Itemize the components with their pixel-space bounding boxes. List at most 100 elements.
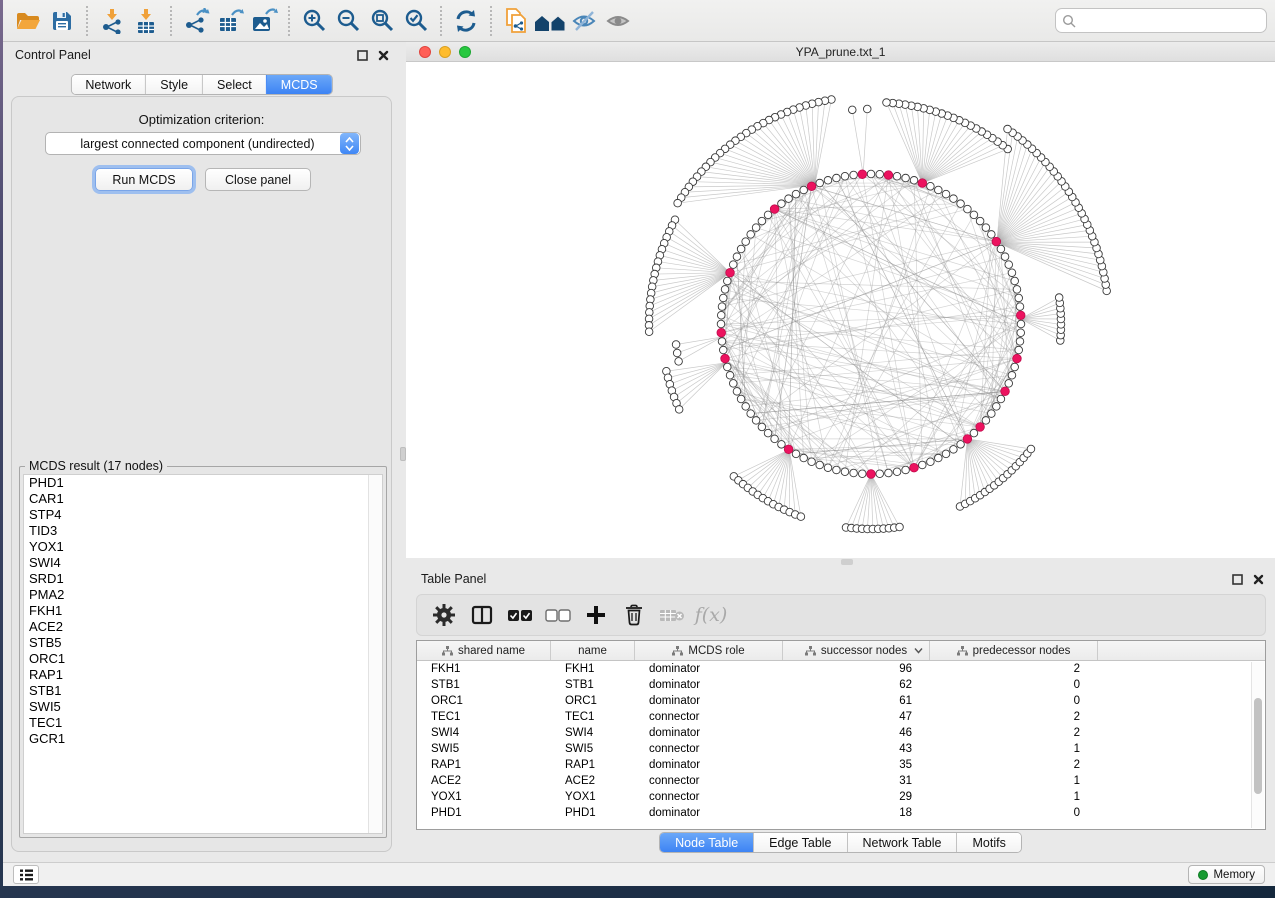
mcds-list-item[interactable]: ORC1 xyxy=(24,651,382,667)
table-cell[interactable]: SWI5 xyxy=(417,743,551,755)
import-network-button[interactable] xyxy=(95,5,129,37)
table-cell[interactable]: 2 xyxy=(930,727,1098,739)
table-cell[interactable]: connector xyxy=(635,711,783,723)
column-header-successor-nodes[interactable]: successor nodes xyxy=(783,641,930,660)
scrollbar-thumb[interactable] xyxy=(1254,698,1262,794)
table-cell[interactable]: PHD1 xyxy=(417,807,551,819)
mcds-list-item[interactable]: RAP1 xyxy=(24,667,382,683)
table-cell[interactable]: ACE2 xyxy=(417,775,551,787)
tab-mcds[interactable]: MCDS xyxy=(266,75,332,94)
mcds-list-item[interactable]: PHD1 xyxy=(24,475,382,491)
mcds-list-item[interactable]: PMA2 xyxy=(24,587,382,603)
zoom-in-button[interactable] xyxy=(297,5,331,37)
table-cell[interactable]: SWI4 xyxy=(417,727,551,739)
table-cell[interactable]: ORC1 xyxy=(551,695,635,707)
float-panel-icon[interactable] xyxy=(1231,573,1244,586)
memory-button[interactable]: Memory xyxy=(1188,865,1265,884)
column-header-predecessor-nodes[interactable]: predecessor nodes xyxy=(930,641,1098,660)
table-cell[interactable]: 2 xyxy=(930,711,1098,723)
table-cell[interactable]: 62 xyxy=(783,679,930,691)
criterion-dropdown[interactable]: largest connected component (undirected) xyxy=(45,132,361,155)
table-cell[interactable]: 0 xyxy=(930,695,1098,707)
table-cell[interactable]: 47 xyxy=(783,711,930,723)
tab-select[interactable]: Select xyxy=(202,75,266,94)
mcds-list-item[interactable]: CAR1 xyxy=(24,491,382,507)
save-session-button[interactable] xyxy=(45,5,79,37)
table-cell[interactable]: 31 xyxy=(783,775,930,787)
tab-node-table[interactable]: Node Table xyxy=(660,833,753,852)
mcds-list-item[interactable]: SRD1 xyxy=(24,571,382,587)
table-cell[interactable]: ORC1 xyxy=(417,695,551,707)
table-cell[interactable]: dominator xyxy=(635,759,783,771)
float-panel-icon[interactable] xyxy=(356,49,369,62)
table-cell[interactable]: FKH1 xyxy=(551,663,635,675)
mcds-list-item[interactable]: SWI4 xyxy=(24,555,382,571)
tab-motifs[interactable]: Motifs xyxy=(956,833,1020,852)
close-panel-button[interactable]: Close panel xyxy=(205,168,311,191)
table-cell[interactable]: 96 xyxy=(783,663,930,675)
table-cell[interactable]: dominator xyxy=(635,727,783,739)
table-cell[interactable]: 1 xyxy=(930,775,1098,787)
table-cell[interactable]: 29 xyxy=(783,791,930,803)
mcds-list-item[interactable]: FKH1 xyxy=(24,603,382,619)
close-panel-icon[interactable] xyxy=(377,49,390,62)
settings-gear-button[interactable] xyxy=(427,599,461,631)
zoom-selected-button[interactable] xyxy=(399,5,433,37)
table-row[interactable]: SWI5SWI5connector431 xyxy=(417,741,1251,757)
zoom-fit-button[interactable] xyxy=(365,5,399,37)
add-column-button[interactable] xyxy=(579,599,613,631)
close-panel-icon[interactable] xyxy=(1252,573,1265,586)
tab-edge-table[interactable]: Edge Table xyxy=(753,833,846,852)
table-row[interactable]: PHD1PHD1dominator180 xyxy=(417,805,1251,821)
table-row[interactable]: RAP1RAP1dominator352 xyxy=(417,757,1251,773)
deselect-all-columns-button[interactable] xyxy=(541,599,575,631)
table-cell[interactable]: 2 xyxy=(930,759,1098,771)
table-cell[interactable]: 0 xyxy=(930,807,1098,819)
refresh-button[interactable] xyxy=(449,5,483,37)
table-row[interactable]: SWI4SWI4dominator462 xyxy=(417,725,1251,741)
table-cell[interactable]: dominator xyxy=(635,663,783,675)
table-cell[interactable]: connector xyxy=(635,743,783,755)
splitter-grip[interactable] xyxy=(841,559,853,565)
table-cell[interactable]: dominator xyxy=(635,807,783,819)
table-row[interactable]: TEC1TEC1connector472 xyxy=(417,709,1251,725)
table-cell[interactable]: PHD1 xyxy=(551,807,635,819)
tab-network[interactable]: Network xyxy=(71,75,145,94)
mcds-list-item[interactable]: STP4 xyxy=(24,507,382,523)
export-table-button[interactable] xyxy=(213,5,247,37)
show-panels-button[interactable] xyxy=(13,865,39,884)
horizontal-splitter[interactable] xyxy=(406,558,1275,566)
table-cell[interactable]: SWI4 xyxy=(551,727,635,739)
mcds-list-item[interactable]: STB1 xyxy=(24,683,382,699)
import-table-button[interactable] xyxy=(129,5,163,37)
table-cell[interactable]: 35 xyxy=(783,759,930,771)
mcds-list-item[interactable]: GCR1 xyxy=(24,731,382,747)
mcds-list-item[interactable]: TID3 xyxy=(24,523,382,539)
mcds-list-item[interactable]: ACE2 xyxy=(24,619,382,635)
network-titlebar[interactable]: YPA_prune.txt_1 xyxy=(406,42,1275,62)
table-cell[interactable]: dominator xyxy=(635,695,783,707)
table-row[interactable]: ORC1ORC1dominator610 xyxy=(417,693,1251,709)
hide-selected-button[interactable] xyxy=(567,5,601,37)
table-cell[interactable]: 1 xyxy=(930,743,1098,755)
export-image-button[interactable] xyxy=(247,5,281,37)
table-cell[interactable]: 1 xyxy=(930,791,1098,803)
table-row[interactable]: STB1STB1dominator620 xyxy=(417,677,1251,693)
table-cell[interactable]: RAP1 xyxy=(417,759,551,771)
table-cell[interactable]: 46 xyxy=(783,727,930,739)
function-builder-button[interactable]: f(x) xyxy=(693,599,727,631)
select-all-columns-button[interactable] xyxy=(503,599,537,631)
table-cell[interactable]: YOX1 xyxy=(551,791,635,803)
tab-network-table[interactable]: Network Table xyxy=(847,833,957,852)
table-cell[interactable]: ACE2 xyxy=(551,775,635,787)
table-cell[interactable]: connector xyxy=(635,791,783,803)
table-cell[interactable]: connector xyxy=(635,775,783,787)
mcds-list-item[interactable]: TEC1 xyxy=(24,715,382,731)
table-row[interactable]: YOX1YOX1connector291 xyxy=(417,789,1251,805)
table-cell[interactable]: 43 xyxy=(783,743,930,755)
table-cell[interactable]: TEC1 xyxy=(417,711,551,723)
delete-table-button[interactable] xyxy=(655,599,689,631)
table-row[interactable]: ACE2ACE2connector311 xyxy=(417,773,1251,789)
column-header-name[interactable]: name xyxy=(551,641,635,660)
table-row[interactable]: FKH1FKH1dominator962 xyxy=(417,661,1251,677)
